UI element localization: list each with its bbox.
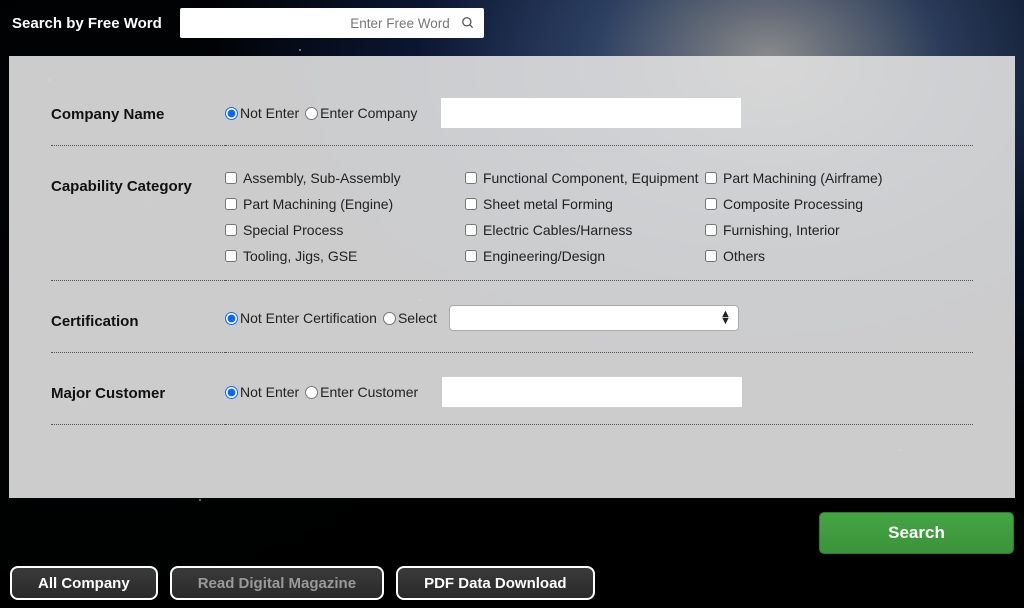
customer-label: Major Customer (51, 379, 225, 402)
cap-label: Part Machining (Airframe) (723, 170, 883, 186)
free-word-search-wrap (180, 8, 484, 38)
cap-check-9[interactable] (225, 250, 237, 262)
cap-check-6[interactable] (225, 224, 237, 236)
cap-label: Sheet metal Forming (483, 196, 613, 212)
cert-not-enter-radio[interactable]: Not Enter Certification (225, 310, 377, 326)
cert-not-enter-radio-input[interactable] (225, 312, 238, 325)
company-name-label: Company Name (51, 100, 225, 123)
cert-select-radio[interactable]: Select (383, 310, 437, 326)
all-company-button[interactable]: All Company (10, 566, 158, 600)
capability-checkbox[interactable]: Others (705, 248, 945, 264)
cert-select-radio-input[interactable] (383, 312, 396, 325)
certification-label: Certification (51, 307, 225, 330)
cap-label: Tooling, Jigs, GSE (243, 248, 357, 264)
company-not-enter-radio-input[interactable] (225, 107, 238, 120)
company-not-enter-radio[interactable]: Not Enter (225, 105, 299, 121)
customer-not-enter-label: Not Enter (240, 384, 299, 400)
read-magazine-button[interactable]: Read Digital Magazine (170, 566, 384, 600)
cap-check-1[interactable] (465, 172, 477, 184)
cap-check-11[interactable] (705, 250, 717, 262)
cap-check-2[interactable] (705, 172, 717, 184)
capability-grid: Assembly, Sub-Assembly Functional Compon… (225, 170, 973, 264)
cap-label: Assembly, Sub-Assembly (243, 170, 401, 186)
capability-checkbox[interactable]: Tooling, Jigs, GSE (225, 248, 465, 264)
cap-label: Special Process (243, 222, 343, 238)
capability-checkbox[interactable]: Part Machining (Airframe) (705, 170, 945, 186)
company-enter-radio-input[interactable] (305, 107, 318, 120)
cap-check-0[interactable] (225, 172, 237, 184)
company-enter-radio[interactable]: Enter Company (305, 105, 417, 121)
cap-label: Engineering/Design (483, 248, 605, 264)
capability-checkbox[interactable]: Part Machining (Engine) (225, 196, 465, 212)
search-button[interactable]: Search (819, 512, 1014, 554)
customer-enter-label: Enter Customer (320, 384, 418, 400)
certification-select[interactable] (449, 305, 739, 331)
company-enter-label: Enter Company (320, 105, 417, 121)
cap-label: Part Machining (Engine) (243, 196, 393, 212)
capability-checkbox[interactable]: Assembly, Sub-Assembly (225, 170, 465, 186)
cap-label: Furnishing, Interior (723, 222, 840, 238)
cap-check-3[interactable] (225, 198, 237, 210)
cap-label: Composite Processing (723, 196, 863, 212)
capability-checkbox[interactable]: Functional Component, Equipment (465, 170, 705, 186)
customer-not-enter-radio-input[interactable] (225, 386, 238, 399)
company-name-row: Company Name Not Enter Enter Company (51, 98, 973, 146)
footer-buttons: All Company Read Digital Magazine PDF Da… (0, 554, 1024, 600)
cap-check-10[interactable] (465, 250, 477, 262)
search-form-panel: Company Name Not Enter Enter Company Cap… (9, 56, 1015, 498)
cap-label: Others (723, 248, 765, 264)
cap-label: Electric Cables/Harness (483, 222, 632, 238)
cap-check-7[interactable] (465, 224, 477, 236)
capability-checkbox[interactable]: Engineering/Design (465, 248, 705, 264)
capability-checkbox[interactable]: Special Process (225, 222, 465, 238)
capability-checkbox[interactable]: Electric Cables/Harness (465, 222, 705, 238)
customer-enter-radio[interactable]: Enter Customer (305, 384, 418, 400)
capability-checkbox[interactable]: Furnishing, Interior (705, 222, 945, 238)
cap-check-8[interactable] (705, 224, 717, 236)
cap-check-4[interactable] (465, 198, 477, 210)
customer-input[interactable] (442, 377, 742, 407)
capability-row: Capability Category Assembly, Sub-Assemb… (51, 170, 973, 281)
company-not-enter-label: Not Enter (240, 105, 299, 121)
cap-check-5[interactable] (705, 198, 717, 210)
capability-checkbox[interactable]: Sheet metal Forming (465, 196, 705, 212)
free-word-label: Search by Free Word (12, 15, 162, 32)
cap-label: Functional Component, Equipment (483, 170, 699, 186)
customer-not-enter-radio[interactable]: Not Enter (225, 384, 299, 400)
major-customer-row: Major Customer Not Enter Enter Customer (51, 377, 973, 425)
cert-select-label: Select (398, 310, 437, 326)
free-word-input[interactable] (180, 8, 484, 38)
cert-select-wrap: ▲▼ (449, 305, 739, 331)
certification-row: Certification Not Enter Certification Se… (51, 305, 973, 353)
capability-label: Capability Category (51, 172, 225, 195)
top-search-bar: Search by Free Word (0, 0, 1024, 46)
pdf-download-button[interactable]: PDF Data Download (396, 566, 595, 600)
company-name-input[interactable] (441, 98, 741, 128)
capability-checkbox[interactable]: Composite Processing (705, 196, 945, 212)
action-bar: Search (0, 498, 1024, 554)
cert-not-enter-label: Not Enter Certification (240, 310, 377, 326)
customer-enter-radio-input[interactable] (305, 386, 318, 399)
